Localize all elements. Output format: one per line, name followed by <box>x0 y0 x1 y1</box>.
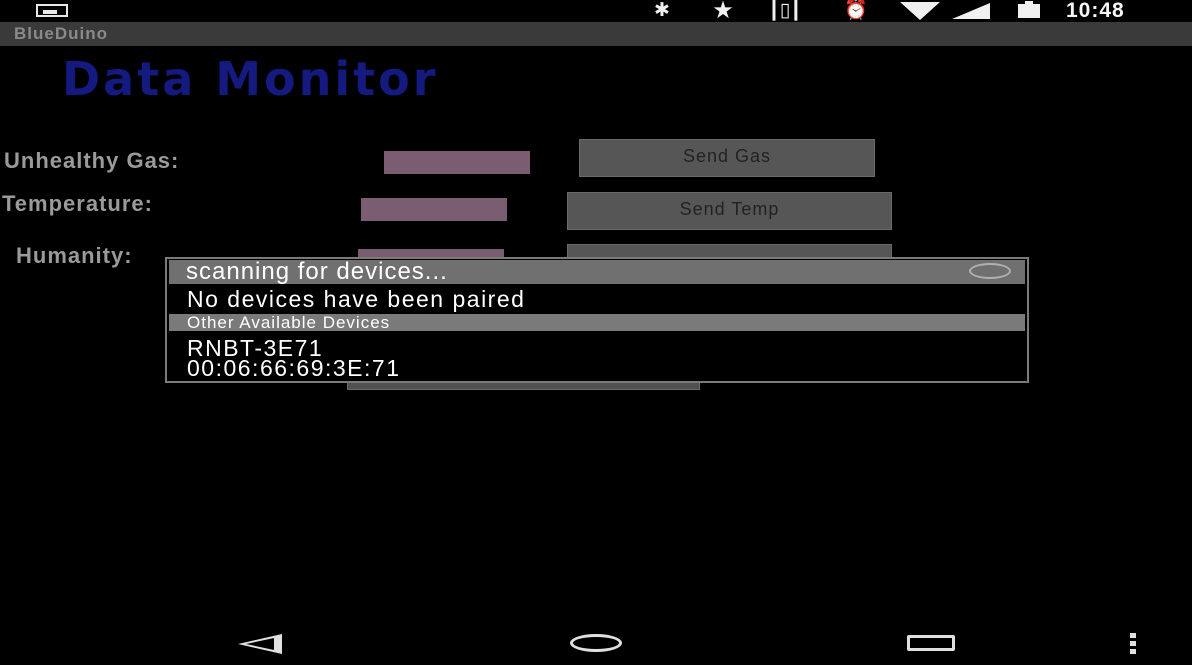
other-devices-header-label: Other Available Devices <box>187 313 391 332</box>
menu-icon[interactable] <box>1128 633 1138 655</box>
send-temp-button[interactable]: Send Temp <box>567 192 892 230</box>
app-title: BlueDuino <box>14 24 108 43</box>
gas-label: Unhealthy Gas: <box>4 148 180 173</box>
humanity-label: Humanity: <box>16 243 133 268</box>
home-icon[interactable] <box>570 634 622 652</box>
send-gas-button[interactable]: Send Gas <box>579 139 875 177</box>
device-address: 00:06:66:69:3E:71 <box>187 355 401 381</box>
clock: 10:48 <box>1066 0 1125 22</box>
vibrate-icon: ┃▯┃ <box>768 0 802 21</box>
navigation-bar <box>0 620 1192 665</box>
image-icon <box>36 4 68 17</box>
temperature-value-field[interactable] <box>361 198 507 221</box>
back-icon[interactable] <box>238 634 282 654</box>
device-list-item[interactable]: RNBT-3E71 00:06:66:69:3E:71 <box>167 333 1027 381</box>
page-title: Data Monitor <box>62 52 439 106</box>
other-devices-header: Other Available Devices <box>169 313 1025 332</box>
device-list-dialog: scanning for devices... No devices have … <box>165 257 1029 383</box>
bluetooth-icon: ✱ <box>654 0 670 21</box>
send-temp-label: Send Temp <box>679 199 780 219</box>
app-title-bar: BlueDuino <box>0 22 1192 46</box>
paired-devices-message: No devices have been paired <box>187 286 526 312</box>
dialog-title: scanning for devices... <box>186 258 448 285</box>
status-bar: ✱ ★ ┃▯┃ ⏰ 10:48 <box>0 0 1192 24</box>
dialog-title-bar: scanning for devices... <box>169 258 1025 285</box>
gas-value-field[interactable] <box>384 151 530 174</box>
star-icon: ★ <box>712 0 734 24</box>
signal-icon <box>952 3 990 19</box>
alarm-icon: ⏰ <box>844 0 868 21</box>
battery-icon <box>1018 1 1040 18</box>
recents-icon[interactable] <box>907 635 955 651</box>
progress-spinner-icon <box>969 263 1011 279</box>
send-gas-label: Send Gas <box>682 146 772 166</box>
temperature-label: Temperature: <box>2 191 153 216</box>
wifi-icon <box>898 2 942 20</box>
